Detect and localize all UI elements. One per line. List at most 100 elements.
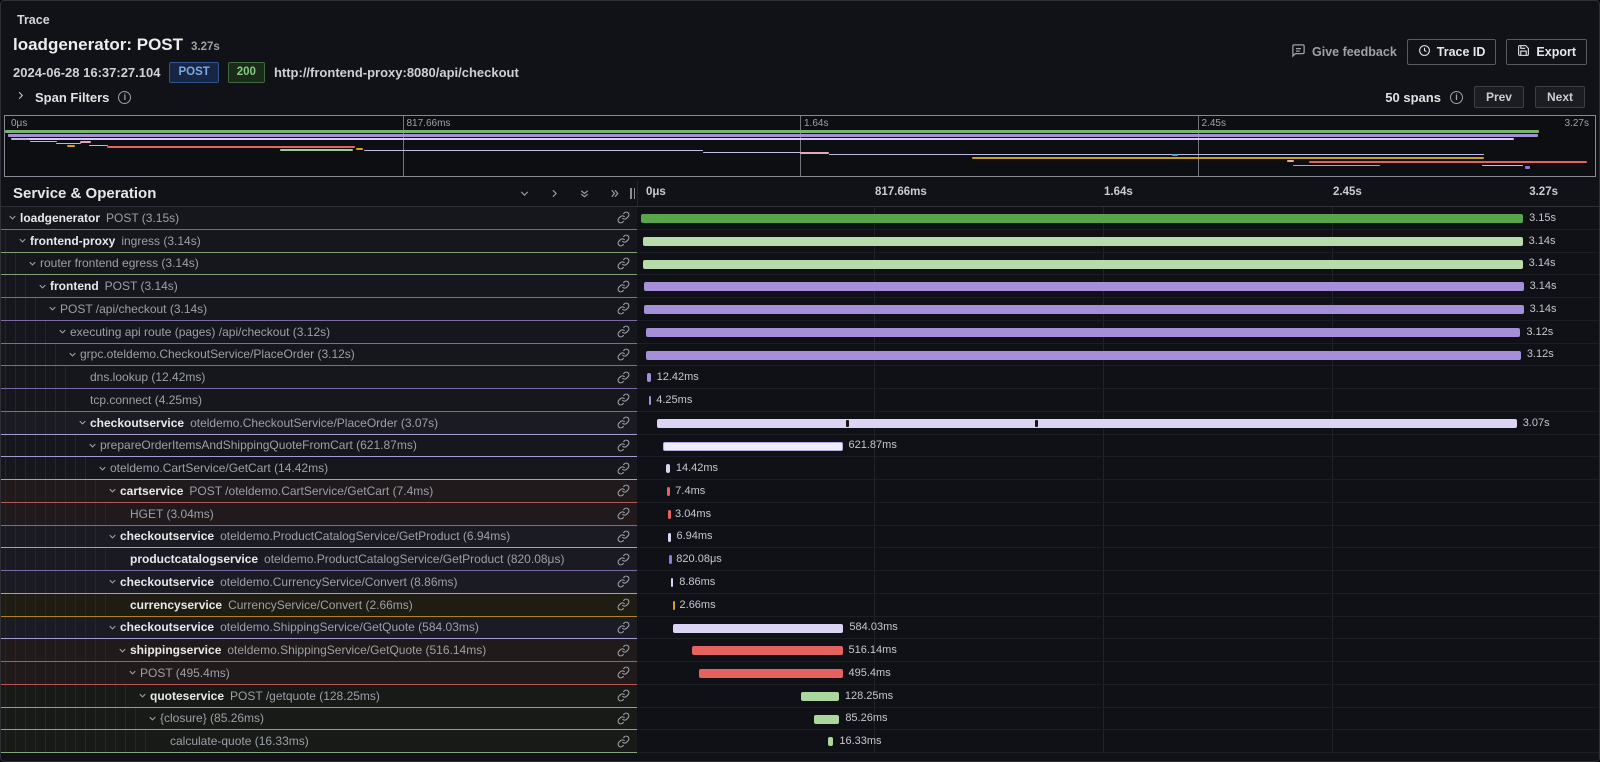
- span-row[interactable]: frontendPOST (3.14s)3.14s: [1, 275, 1599, 298]
- export-button[interactable]: Export: [1506, 39, 1587, 65]
- span-row[interactable]: shippingserviceoteldemo.ShippingService/…: [1, 639, 1599, 662]
- expand-all-icon[interactable]: [608, 187, 621, 200]
- span-row-label[interactable]: dns.lookup (12.42ms): [1, 366, 637, 389]
- span-row[interactable]: grpc.oteldemo.CheckoutService/PlaceOrder…: [1, 344, 1599, 367]
- span-row-label[interactable]: checkoutserviceoteldemo.CurrencyService/…: [1, 571, 637, 594]
- span-link-icon[interactable]: [611, 735, 630, 748]
- span-link-icon[interactable]: [611, 553, 630, 566]
- span-row-label[interactable]: prepareOrderItemsAndShippingQuoteFromCar…: [1, 435, 637, 458]
- chevron-down-icon[interactable]: [75, 417, 90, 428]
- span-bar[interactable]: [668, 533, 671, 542]
- chevron-down-icon[interactable]: [25, 258, 40, 269]
- span-row-label[interactable]: POST /api/checkout (3.14s): [1, 298, 637, 321]
- span-row[interactable]: quoteservicePOST /getquote (128.25ms)128…: [1, 685, 1599, 708]
- chevron-down-icon[interactable]: [145, 713, 160, 724]
- span-link-icon[interactable]: [611, 211, 630, 224]
- span-row-label[interactable]: grpc.oteldemo.CheckoutService/PlaceOrder…: [1, 344, 637, 367]
- span-row-label[interactable]: calculate-quote (16.33ms): [1, 730, 637, 753]
- span-link-icon[interactable]: [611, 371, 630, 384]
- span-link-icon[interactable]: [611, 325, 630, 338]
- span-row-label[interactable]: checkoutserviceoteldemo.CheckoutService/…: [1, 412, 637, 435]
- span-bar[interactable]: [814, 715, 839, 724]
- chevron-down-icon[interactable]: [105, 576, 120, 587]
- span-row-label[interactable]: tcp.connect (4.25ms): [1, 389, 637, 412]
- span-row[interactable]: POST (495.4ms)495.4ms: [1, 662, 1599, 685]
- span-bar[interactable]: [646, 328, 1521, 337]
- span-row-label[interactable]: checkoutserviceoteldemo.ShippingService/…: [1, 617, 637, 640]
- span-link-icon[interactable]: [611, 598, 630, 611]
- span-bar[interactable]: [668, 510, 671, 519]
- span-link-icon[interactable]: [611, 302, 630, 315]
- span-bar[interactable]: [644, 282, 1523, 291]
- span-row-label[interactable]: shippingserviceoteldemo.ShippingService/…: [1, 639, 637, 662]
- span-bar[interactable]: [692, 646, 842, 655]
- span-row[interactable]: oteldemo.CartService/GetCart (14.42ms)14…: [1, 457, 1599, 480]
- chevron-down-icon[interactable]: [135, 690, 150, 701]
- chevron-down-icon[interactable]: [105, 531, 120, 542]
- collapse-all-icon[interactable]: [578, 187, 591, 200]
- span-bar[interactable]: [644, 305, 1523, 314]
- span-link-icon[interactable]: [611, 439, 630, 452]
- span-link-icon[interactable]: [611, 712, 630, 725]
- trace-id-button[interactable]: Trace ID: [1407, 39, 1497, 65]
- span-row-label[interactable]: router frontend egress (3.14s): [1, 253, 637, 276]
- info-icon[interactable]: i: [1450, 91, 1463, 104]
- span-bar[interactable]: [641, 214, 1523, 223]
- span-bar[interactable]: [657, 419, 1517, 428]
- span-row-label[interactable]: executing api route (pages) /api/checkou…: [1, 321, 637, 344]
- span-row[interactable]: checkoutserviceoteldemo.ProductCatalogSe…: [1, 526, 1599, 549]
- span-link-icon[interactable]: [611, 234, 630, 247]
- span-row-label[interactable]: POST (495.4ms): [1, 662, 637, 685]
- span-row-label[interactable]: {closure} (85.26ms): [1, 708, 637, 731]
- span-row-label[interactable]: frontend-proxyingress (3.14s): [1, 230, 637, 253]
- span-filters-toggle[interactable]: Span Filters i: [15, 88, 131, 106]
- span-row[interactable]: prepareOrderItemsAndShippingQuoteFromCar…: [1, 435, 1599, 458]
- span-row[interactable]: cartservicePOST /oteldemo.CartService/Ge…: [1, 480, 1599, 503]
- chevron-down-icon[interactable]: [125, 667, 140, 678]
- chevron-down-icon[interactable]: [35, 281, 50, 292]
- span-link-icon[interactable]: [611, 530, 630, 543]
- span-link-icon[interactable]: [611, 507, 630, 520]
- chevron-down-icon[interactable]: [15, 235, 30, 246]
- chevron-down-icon[interactable]: [115, 645, 130, 656]
- span-row[interactable]: checkoutserviceoteldemo.ShippingService/…: [1, 617, 1599, 640]
- chevron-down-icon[interactable]: [65, 349, 80, 360]
- chevron-down-icon[interactable]: [105, 622, 120, 633]
- chevron-down-icon[interactable]: [45, 303, 60, 314]
- span-link-icon[interactable]: [611, 348, 630, 361]
- span-row[interactable]: HGET (3.04ms)3.04ms: [1, 503, 1599, 526]
- span-row-label[interactable]: checkoutserviceoteldemo.ProductCatalogSe…: [1, 526, 637, 549]
- span-row-label[interactable]: frontendPOST (3.14s): [1, 275, 637, 298]
- prev-button[interactable]: Prev: [1474, 86, 1524, 108]
- span-row[interactable]: calculate-quote (16.33ms)16.33ms: [1, 730, 1599, 753]
- span-link-icon[interactable]: [611, 666, 630, 679]
- span-link-icon[interactable]: [611, 575, 630, 588]
- collapse-one-icon[interactable]: [518, 187, 531, 200]
- trace-minimap[interactable]: 0μs 817.66ms 1.64s 2.45s 3.27s: [4, 115, 1596, 177]
- span-bar[interactable]: [663, 442, 843, 451]
- chevron-down-icon[interactable]: [95, 463, 110, 474]
- span-bar[interactable]: [673, 624, 843, 633]
- span-bar[interactable]: [666, 464, 670, 473]
- info-icon[interactable]: i: [118, 91, 131, 104]
- span-bar[interactable]: [671, 578, 674, 587]
- span-link-icon[interactable]: [611, 644, 630, 657]
- span-link-icon[interactable]: [611, 393, 630, 406]
- span-bar[interactable]: [646, 351, 1521, 360]
- span-row-label[interactable]: quoteservicePOST /getquote (128.25ms): [1, 685, 637, 708]
- span-row[interactable]: dns.lookup (12.42ms)12.42ms: [1, 366, 1599, 389]
- span-row-label[interactable]: oteldemo.CartService/GetCart (14.42ms): [1, 457, 637, 480]
- span-bar[interactable]: [673, 601, 676, 610]
- chevron-down-icon[interactable]: [55, 326, 70, 337]
- span-row[interactable]: executing api route (pages) /api/checkou…: [1, 321, 1599, 344]
- span-row-label[interactable]: cartservicePOST /oteldemo.CartService/Ge…: [1, 480, 637, 503]
- span-row[interactable]: tcp.connect (4.25ms)4.25ms: [1, 389, 1599, 412]
- span-row-label[interactable]: productcatalogserviceoteldemo.ProductCat…: [1, 548, 637, 571]
- span-row-label[interactable]: currencyserviceCurrencyService/Convert (…: [1, 594, 637, 617]
- span-link-icon[interactable]: [611, 689, 630, 702]
- span-bar[interactable]: [649, 396, 652, 405]
- chevron-down-icon[interactable]: [105, 485, 120, 496]
- span-link-icon[interactable]: [611, 416, 630, 429]
- span-bar[interactable]: [647, 373, 651, 382]
- span-row-label[interactable]: HGET (3.04ms): [1, 503, 637, 526]
